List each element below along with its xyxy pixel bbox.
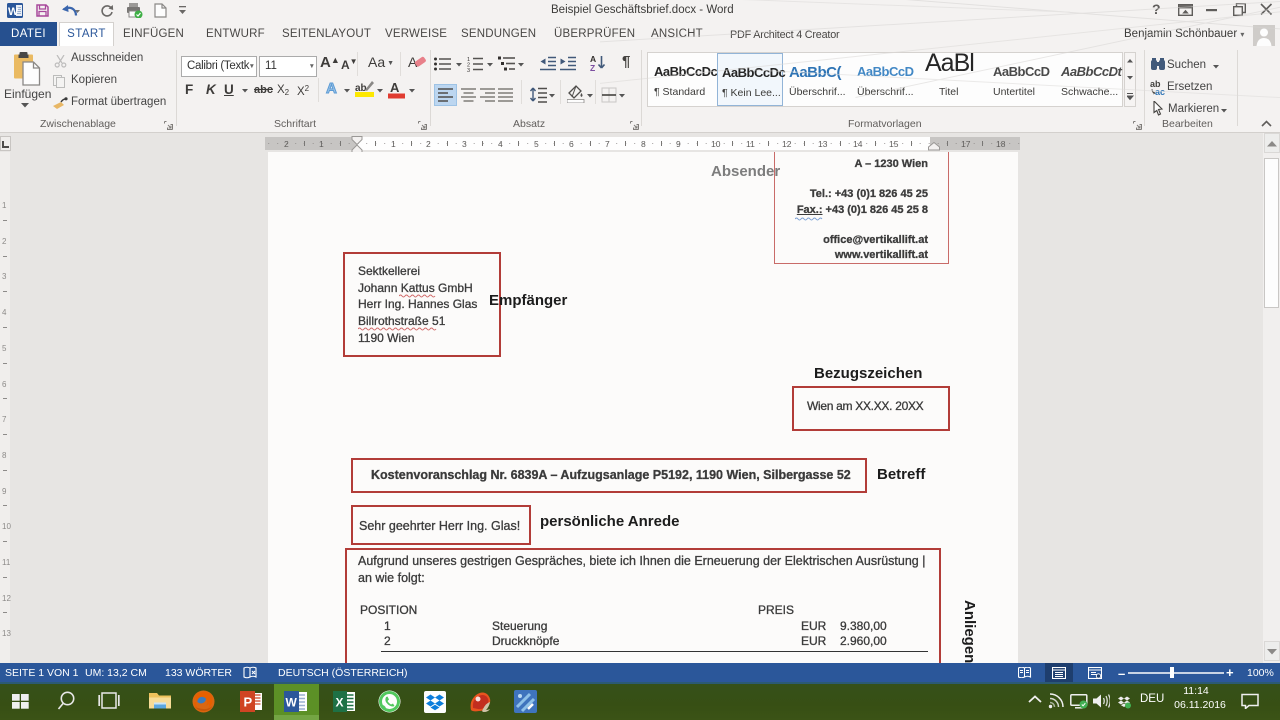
svg-text:P: P <box>244 695 253 710</box>
svg-text:3: 3 <box>467 68 470 72</box>
svg-text:A: A <box>390 80 400 95</box>
svg-text:ac: ac <box>1155 87 1165 96</box>
svg-text:W: W <box>8 6 19 18</box>
svg-text:Z: Z <box>590 63 595 72</box>
svg-text:X: X <box>336 696 344 710</box>
svg-text:W: W <box>286 696 298 710</box>
